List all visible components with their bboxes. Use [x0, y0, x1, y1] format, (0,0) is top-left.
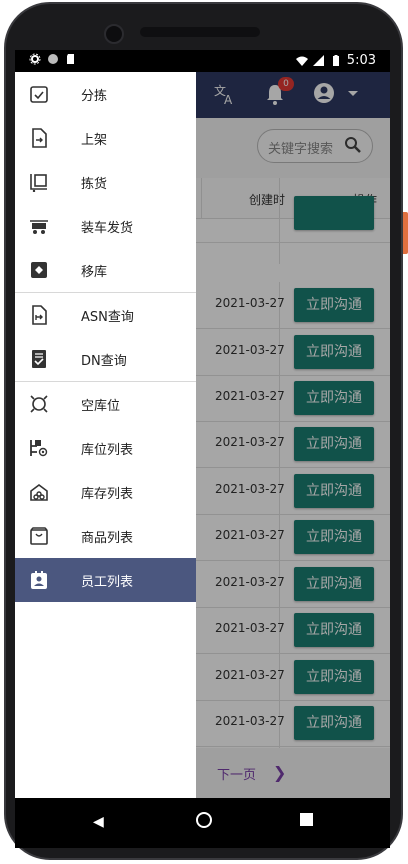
drawer-menu-item[interactable]: ASN查询: [15, 293, 196, 337]
drawer-menu-item[interactable]: 空库位: [15, 382, 196, 426]
drawer-menu-item[interactable]: 上架: [15, 116, 196, 160]
menu-divider: [15, 292, 196, 293]
drawer-menu-label: ASN查询: [81, 310, 134, 325]
drawer-menu-item[interactable]: 分拣: [15, 72, 196, 116]
truck-load-icon: [29, 216, 49, 236]
navigation-drawer: 分拣上架拣货装车发货移库 ASN查询 DN查询空库位库位列表库存列表商品列表员工列表: [15, 72, 196, 798]
drawer-menu-label: 拣货: [81, 177, 108, 192]
front-camera: [104, 24, 124, 44]
drawer-menu-item[interactable]: 库存列表: [15, 470, 196, 514]
drawer-menu-label: 上架: [81, 133, 108, 148]
status-bar: 5:03: [15, 50, 390, 72]
drawer-menu-item[interactable]: 移库: [15, 248, 196, 292]
drawer-menu-item[interactable]: 商品列表: [15, 514, 196, 558]
drawer-menu-item[interactable]: 装车发货: [15, 204, 196, 248]
drawer-menu-label: 库位列表: [81, 443, 134, 458]
pick-cart-icon: [29, 172, 49, 193]
shelve-doc-icon: [29, 128, 49, 148]
empty-slot-icon: [29, 394, 49, 414]
drawer-menu-label: 空库位: [81, 399, 121, 414]
drawer-menu-label: 商品列表: [81, 531, 134, 546]
menu-divider: [15, 381, 196, 382]
drawer-menu-label: 装车发货: [81, 221, 134, 236]
transfer-box-icon: [29, 260, 49, 280]
drawer-menu-item[interactable]: 拣货: [15, 160, 196, 204]
recents-icon[interactable]: [300, 813, 313, 830]
drawer-menu-item[interactable]: 员工列表: [15, 558, 196, 602]
location-list-icon: [29, 438, 49, 458]
wifi-icon: [295, 56, 308, 66]
home-icon[interactable]: [195, 811, 213, 833]
drawer-menu-label: 分拣: [81, 89, 108, 104]
status-time: 5:03: [346, 53, 376, 68]
settings-icon: [29, 53, 41, 65]
battery-icon: [332, 54, 339, 66]
inventory-icon: [29, 482, 49, 502]
earpiece-speaker: [140, 27, 260, 37]
employee-badge-icon: [29, 570, 49, 590]
signal-icon: [312, 54, 324, 66]
drawer-menu-label: 库存列表: [81, 487, 134, 502]
phone-frame: 5:03 文A 0 关键字搜索 创建时 2021-03-27 立即沟通 2021…: [0, 0, 408, 864]
drawer-menu-label: 移库: [81, 265, 108, 280]
sort-box-icon: [29, 84, 49, 104]
drawer-menu-label: 员工列表: [81, 575, 134, 590]
product-bag-icon: [29, 526, 49, 546]
drawer-menu-item[interactable]: 库位列表: [15, 426, 196, 470]
back-icon[interactable]: ◀: [93, 814, 104, 830]
drawer-menu-label: DN查询: [81, 354, 127, 369]
system-nav-bar: ◀: [15, 798, 390, 848]
dn-doc-icon: [29, 349, 49, 369]
circle-status-icon: [48, 54, 58, 64]
drawer-menu-item[interactable]: DN查询: [15, 337, 196, 381]
screen: 5:03 文A 0 关键字搜索 创建时 2021-03-27 立即沟通 2021…: [15, 50, 390, 798]
power-button: [403, 212, 408, 254]
sd-card-icon: [67, 54, 74, 64]
asn-doc-icon: [29, 305, 49, 325]
